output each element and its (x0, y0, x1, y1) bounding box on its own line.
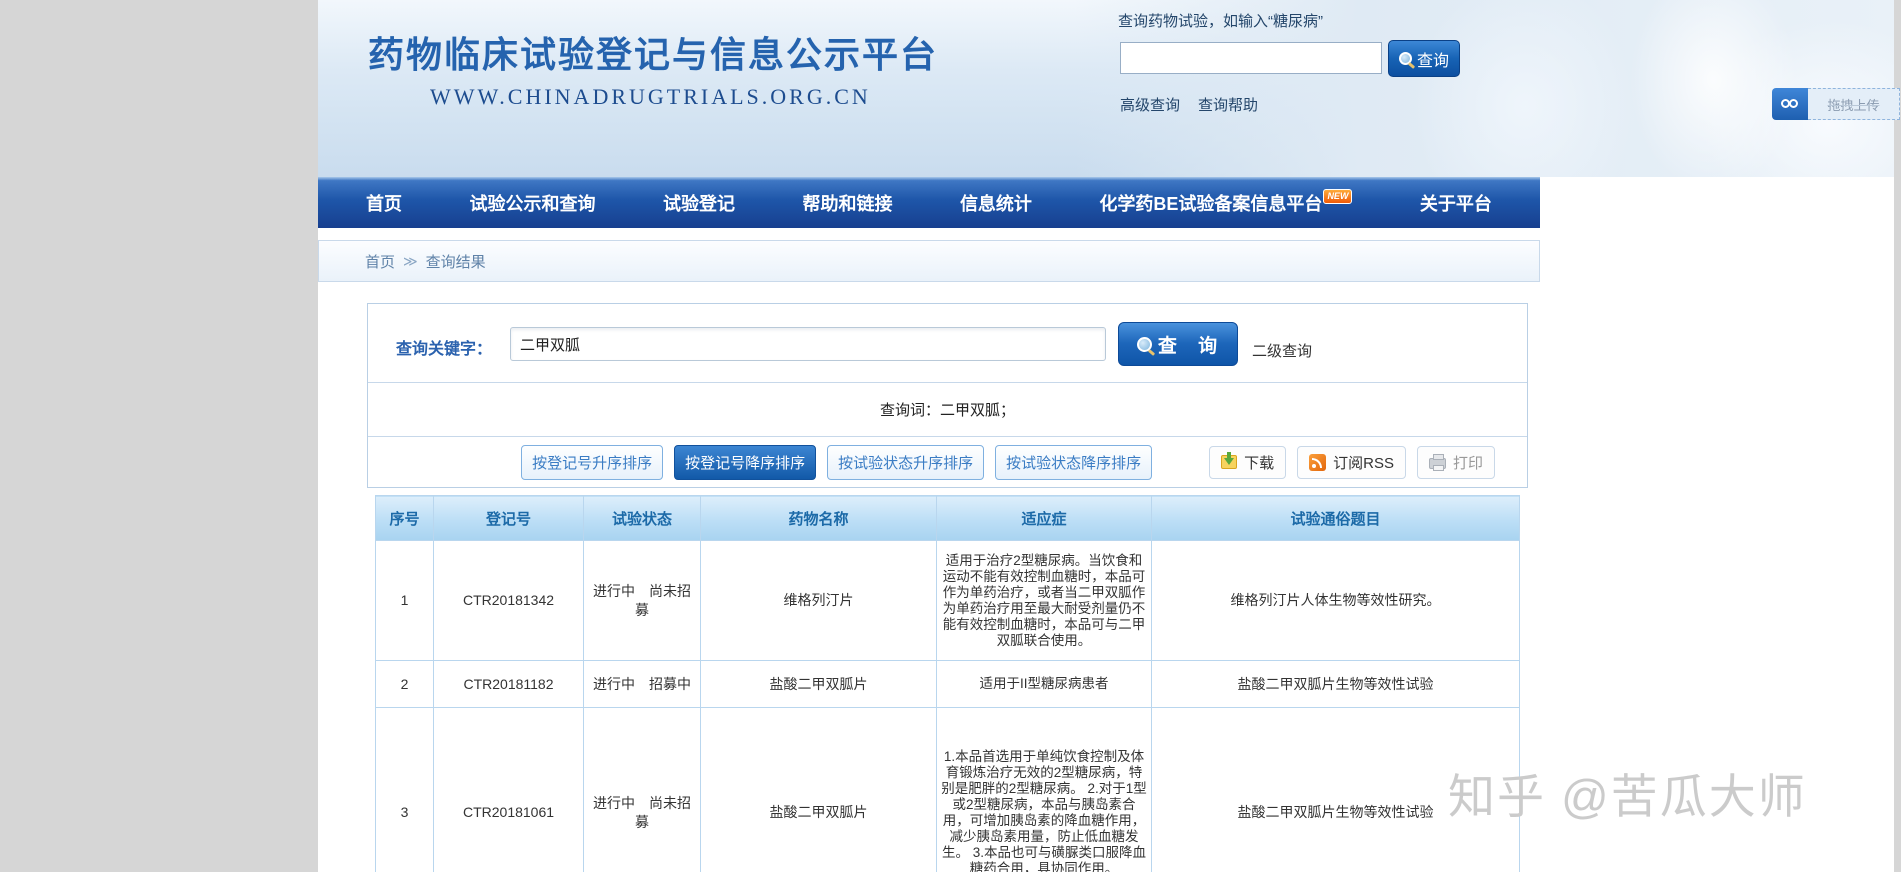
cell-no: 3 (375, 707, 434, 872)
cell-indication: 适用于治疗2型糖尿病。当饮食和运动不能有效控制血糖时，本品可作为单药治疗，或者当… (936, 540, 1152, 661)
download-icon (1221, 452, 1238, 469)
breadcrumb: 首页 ≫ 查询结果 (318, 240, 1540, 282)
site-url: WWW.CHINADRUGTRIALS.ORG.CN (430, 84, 871, 109)
sort-status-asc-button[interactable]: 按试验状态升序排序 (827, 444, 985, 480)
main-nav: 首页 试验公示和查询 试验登记 帮助和链接 信息统计 化学药BE试验备案信息平台… (318, 177, 1540, 228)
rss-icon (1309, 453, 1327, 471)
cell-drug: 维格列汀片 (700, 540, 937, 661)
cell-status: 进行中 尚未招募 (583, 707, 701, 872)
cell-indication: 适用于II型糖尿病患者 (936, 660, 1152, 708)
search-help-link[interactable]: 查询帮助 (1198, 94, 1258, 115)
drag-upload-label: 拖拽上传 (1808, 88, 1900, 120)
header-search-button[interactable]: 查询 (1388, 40, 1460, 77)
results-table: 序号 登记号 试验状态 药物名称 适应症 试验通俗题目 1 CTR2018134… (375, 495, 1520, 872)
cell-indication: 1.本品首选用于单纯饮食控制及体育锻炼治疗无效的2型糖尿病，特别是肥胖的2型糖尿… (936, 707, 1152, 872)
cell-no: 1 (375, 540, 434, 661)
table-row: 1 CTR20181342 进行中 尚未招募 维格列汀片 适用于治疗2型糖尿病。… (375, 540, 1520, 661)
watermark: 知乎 @苦瓜大师 (1448, 770, 1807, 823)
col-header-status: 试验状态 (583, 495, 701, 541)
table-row: 3 CTR20181061 进行中 尚未招募 盐酸二甲双胍片 1.本品首选用于单… (375, 707, 1520, 872)
cell-status: 进行中 尚未招募 (583, 540, 701, 661)
sort-status-desc-button[interactable]: 按试验状态降序排序 (995, 444, 1153, 480)
advanced-search-link[interactable]: 高级查询 (1120, 94, 1180, 115)
nav-item-help-links[interactable]: 帮助和链接 (802, 190, 892, 216)
nav-item-statistics[interactable]: 信息统计 (960, 190, 1032, 216)
download-button[interactable]: 下载 (1209, 445, 1287, 479)
nav-item-about[interactable]: 关于平台 (1420, 190, 1492, 216)
sort-toolbar: 按登记号升序排序 按登记号降序排序 按试验状态升序排序 按试验状态降序排序 下载… (368, 437, 1527, 487)
search-button[interactable]: 查 询 (1118, 322, 1238, 366)
content-area: 查询关键字： 查 询 二级查询 查询词：二甲双胍； 按登记号升序排序 按登记号降… (367, 303, 1528, 872)
cell-status: 进行中 招募中 (583, 660, 701, 708)
nav-item-trial-register[interactable]: 试验登记 (663, 190, 735, 216)
col-header-regno: 登记号 (433, 495, 584, 541)
cell-regno: CTR20181061 (433, 707, 584, 872)
col-header-no: 序号 (375, 495, 434, 541)
print-button[interactable]: 打印 (1416, 445, 1495, 479)
magnifier-icon (1136, 336, 1152, 352)
site-header: 药物临床试验登记与信息公示平台 WWW.CHINADRUGTRIALS.ORG.… (318, 0, 1894, 177)
printer-icon (1428, 454, 1446, 471)
header-search-input[interactable] (1120, 42, 1382, 74)
keyword-search-row: 查询关键字： 查 询 二级查询 (368, 304, 1527, 383)
cell-regno: CTR20181342 (433, 540, 584, 661)
cell-title: 盐酸二甲双胍片生物等效性试验 (1151, 660, 1520, 708)
secondary-query-link[interactable]: 二级查询 (1252, 340, 1312, 361)
keyword-label: 查询关键字： (396, 341, 493, 358)
cell-drug: 盐酸二甲双胍片 (700, 707, 937, 872)
breadcrumb-home-link[interactable]: 首页 (365, 251, 395, 272)
sort-regno-asc-button[interactable]: 按登记号升序排序 (521, 444, 664, 480)
breadcrumb-current: 查询结果 (425, 253, 486, 271)
breadcrumb-separator: ≫ (403, 252, 418, 269)
keyword-input[interactable] (510, 327, 1106, 361)
table-row: 2 CTR20181182 进行中 招募中 盐酸二甲双胍片 适用于II型糖尿病患… (375, 660, 1520, 708)
page: 药物临床试验登记与信息公示平台 WWW.CHINADRUGTRIALS.ORG.… (318, 0, 1894, 872)
nav-item-home[interactable]: 首页 (366, 190, 402, 216)
col-header-drug: 药物名称 (700, 495, 937, 541)
new-badge: NEW (1323, 188, 1353, 204)
magnifier-icon (1398, 52, 1412, 65)
cell-drug: 盐酸二甲双胍片 (700, 660, 937, 708)
query-term-text: 查询词：二甲双胍； (879, 402, 1015, 419)
cell-no: 2 (375, 660, 434, 708)
col-header-title: 试验通俗题目 (1151, 495, 1520, 541)
site-title: 药物临床试验登记与信息公示平台 (368, 34, 939, 75)
query-term-row: 查询词：二甲双胍； (368, 383, 1527, 437)
cell-regno: CTR20181182 (433, 660, 584, 708)
rss-subscribe-button[interactable]: 订阅RSS (1297, 445, 1406, 479)
table-header-row: 序号 登记号 试验状态 药物名称 适应症 试验通俗题目 (375, 495, 1520, 541)
header-search-hint: 查询药物试验，如输入“糖尿病” (1118, 13, 1323, 30)
rings-icon (1772, 88, 1808, 120)
cell-title: 维格列汀片人体生物等效性研究。 (1151, 540, 1520, 661)
nav-item-be-platform[interactable]: 化学药BE试验备案信息平台 NEW (1099, 188, 1353, 216)
query-panel: 查询关键字： 查 询 二级查询 查询词：二甲双胍； 按登记号升序排序 按登记号降… (367, 303, 1528, 488)
nav-item-trial-search[interactable]: 试验公示和查询 (469, 190, 595, 216)
col-header-indication: 适应症 (936, 495, 1152, 541)
sort-regno-desc-button[interactable]: 按登记号降序排序 (674, 444, 817, 480)
drag-upload-widget[interactable]: 拖拽上传 (1772, 88, 1900, 120)
